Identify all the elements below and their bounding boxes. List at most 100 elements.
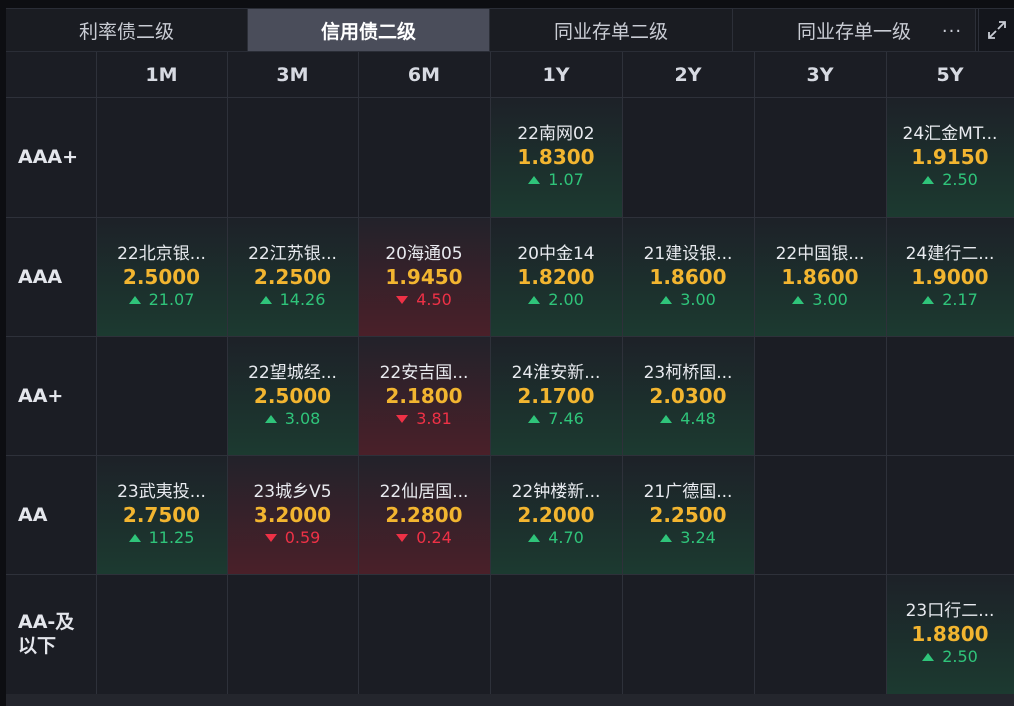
bond-change: 4.48 (660, 408, 716, 430)
grid-column-divider (886, 52, 887, 694)
credit-bond-matrix-panel: 利率债二级 信用债二级 同业存单二级 同业存单一级 ··· 1M 3M 6M 1Y 2Y… (0, 0, 1014, 706)
bond-change: 2.00 (528, 289, 584, 311)
bond-cell[interactable]: 23口行二... 1.8800 2.50 (886, 574, 1014, 694)
tab-bar: 利率债二级 信用债二级 同业存单二级 同业存单一级 ··· (6, 8, 1014, 52)
bond-name: 22江苏银... (248, 243, 337, 264)
bond-name: 23城乡V5 (253, 481, 332, 502)
triangle-up-icon (660, 295, 673, 304)
column-header-1y[interactable]: 1Y (490, 52, 622, 97)
bond-cell[interactable]: 23柯桥国... 2.0300 4.48 (622, 336, 754, 455)
bond-yield: 1.8600 (781, 264, 859, 289)
bond-cell[interactable]: 22仙居国... 2.2800 0.24 (358, 455, 490, 574)
bond-change: 2.17 (922, 289, 978, 311)
row-header-rating: AAA (18, 265, 63, 288)
bond-yield: 1.9150 (911, 145, 989, 169)
bond-change-value: 0.24 (416, 527, 452, 547)
bond-cell[interactable]: 20海通05 1.9450 4.50 (358, 217, 490, 336)
tab-rate-bond-secondary[interactable]: 利率债二级 (6, 9, 248, 51)
bond-cell[interactable]: 21建设银... 1.8600 3.00 (622, 217, 754, 336)
bond-cell[interactable]: 23城乡V5 3.2000 0.59 (227, 455, 358, 574)
column-header-1m[interactable]: 1M (96, 52, 227, 97)
bond-cell[interactable]: 22中国银... 1.8600 3.00 (754, 217, 886, 336)
bond-cell[interactable]: 24淮安新... 2.1700 7.46 (490, 336, 622, 455)
rating-tenor-grid: 1M 3M 6M 1Y 2Y 3Y 5Y AAA+ 22南网02 1.8300 1.07 24汇金MT… (6, 52, 1014, 694)
bond-change: 3.00 (660, 289, 716, 311)
bond-change-value: 7.46 (548, 408, 584, 428)
bond-yield: 2.5000 (253, 383, 332, 408)
bond-change-value: 3.08 (284, 408, 321, 428)
bond-cell[interactable]: 22望城经... 2.5000 3.08 (227, 336, 358, 455)
bond-yield: 3.2000 (253, 502, 332, 527)
bond-yield: 2.0300 (649, 383, 727, 408)
triangle-down-icon (396, 414, 409, 423)
bond-change-value: 3.81 (416, 408, 452, 428)
more-tabs-button[interactable]: ··· (932, 19, 972, 43)
bond-change-value: 3.24 (680, 527, 716, 547)
grid-column-divider (754, 52, 755, 694)
bond-yield: 1.8600 (649, 264, 727, 289)
triangle-up-icon (259, 295, 272, 304)
bond-change: 7.46 (528, 408, 584, 430)
bond-cell[interactable]: 24建行二... 1.9000 2.17 (886, 217, 1014, 336)
bond-name: 22安吉国... (379, 362, 469, 383)
bond-change: 21.07 (128, 289, 195, 311)
column-header-6m[interactable]: 6M (358, 52, 490, 97)
column-header-2y[interactable]: 2Y (622, 52, 754, 97)
bond-change-value: 3.00 (812, 289, 848, 309)
bond-name: 20海通05 (385, 243, 463, 264)
bond-yield: 1.9000 (911, 264, 989, 289)
triangle-down-icon (396, 295, 409, 304)
bond-cell[interactable]: 23武夷投... 2.7500 11.25 (96, 455, 227, 574)
bond-change-value: 21.07 (148, 289, 195, 309)
triangle-up-icon (660, 533, 673, 542)
triangle-up-icon (528, 533, 541, 542)
column-header-5y[interactable]: 5Y (886, 52, 1014, 97)
row-header-rating: AA-及 以下 (18, 611, 75, 657)
bond-change-value: 2.00 (548, 289, 584, 309)
bond-yield: 2.2500 (649, 502, 727, 527)
bond-cell[interactable]: 24汇金MT... 1.9150 2.50 (886, 97, 1014, 217)
bond-name: 21广德国... (643, 481, 733, 502)
bond-yield: 2.1800 (385, 383, 463, 408)
bond-cell[interactable]: 22江苏银... 2.2500 14.26 (227, 217, 358, 336)
bond-change: 14.26 (259, 289, 326, 311)
expand-button[interactable] (978, 9, 1014, 51)
bond-yield: 2.1700 (517, 383, 595, 408)
bond-cell[interactable]: 22安吉国... 2.1800 3.81 (358, 336, 490, 455)
bond-yield: 1.8200 (517, 264, 595, 289)
bond-name: 22望城经... (248, 362, 337, 383)
bond-change: 2.50 (922, 646, 978, 668)
column-header-3m[interactable]: 3M (227, 52, 358, 97)
bond-name: 20中金14 (517, 243, 595, 264)
bond-name: 23武夷投... (117, 481, 206, 502)
bond-change-value: 4.48 (680, 408, 716, 428)
bond-name: 22仙居国... (379, 481, 469, 502)
bond-cell[interactable]: 22北京银... 2.5000 21.07 (96, 217, 227, 336)
bond-cell[interactable]: 22钟楼新... 2.2000 4.70 (490, 455, 622, 574)
bond-cell[interactable]: 21广德国... 2.2500 3.24 (622, 455, 754, 574)
bond-name: 24汇金MT... (902, 124, 998, 144)
horizontal-scrollbar[interactable] (6, 694, 1014, 706)
bond-name: 22南网02 (517, 124, 595, 144)
bond-change-value: 11.25 (148, 527, 195, 547)
grid-row-divider (6, 336, 1014, 337)
bond-name: 23口行二... (905, 601, 995, 621)
grid-column-divider (227, 52, 228, 694)
bond-change: 1.07 (528, 169, 584, 191)
row-header-rating: AA (18, 503, 48, 526)
bond-change-value: 14.26 (279, 289, 326, 309)
bond-yield: 1.9450 (385, 264, 463, 289)
column-header-3y[interactable]: 3Y (754, 52, 886, 97)
bond-yield: 1.8300 (517, 145, 595, 169)
bond-yield: 1.8800 (911, 622, 989, 646)
bond-yield: 2.7500 (122, 502, 201, 527)
bond-change: 0.24 (396, 527, 452, 549)
tab-ncd-secondary[interactable]: 同业存单二级 (490, 9, 733, 51)
bond-change-value: 1.07 (548, 170, 584, 189)
bond-name: 22中国银... (775, 243, 865, 264)
bond-change-value: 2.50 (942, 170, 978, 189)
bond-cell[interactable]: 22南网02 1.8300 1.07 (490, 97, 622, 217)
bond-cell[interactable]: 20中金14 1.8200 2.00 (490, 217, 622, 336)
tab-credit-bond-secondary[interactable]: 信用债二级 (248, 9, 490, 51)
bond-change-value: 2.17 (942, 289, 978, 309)
